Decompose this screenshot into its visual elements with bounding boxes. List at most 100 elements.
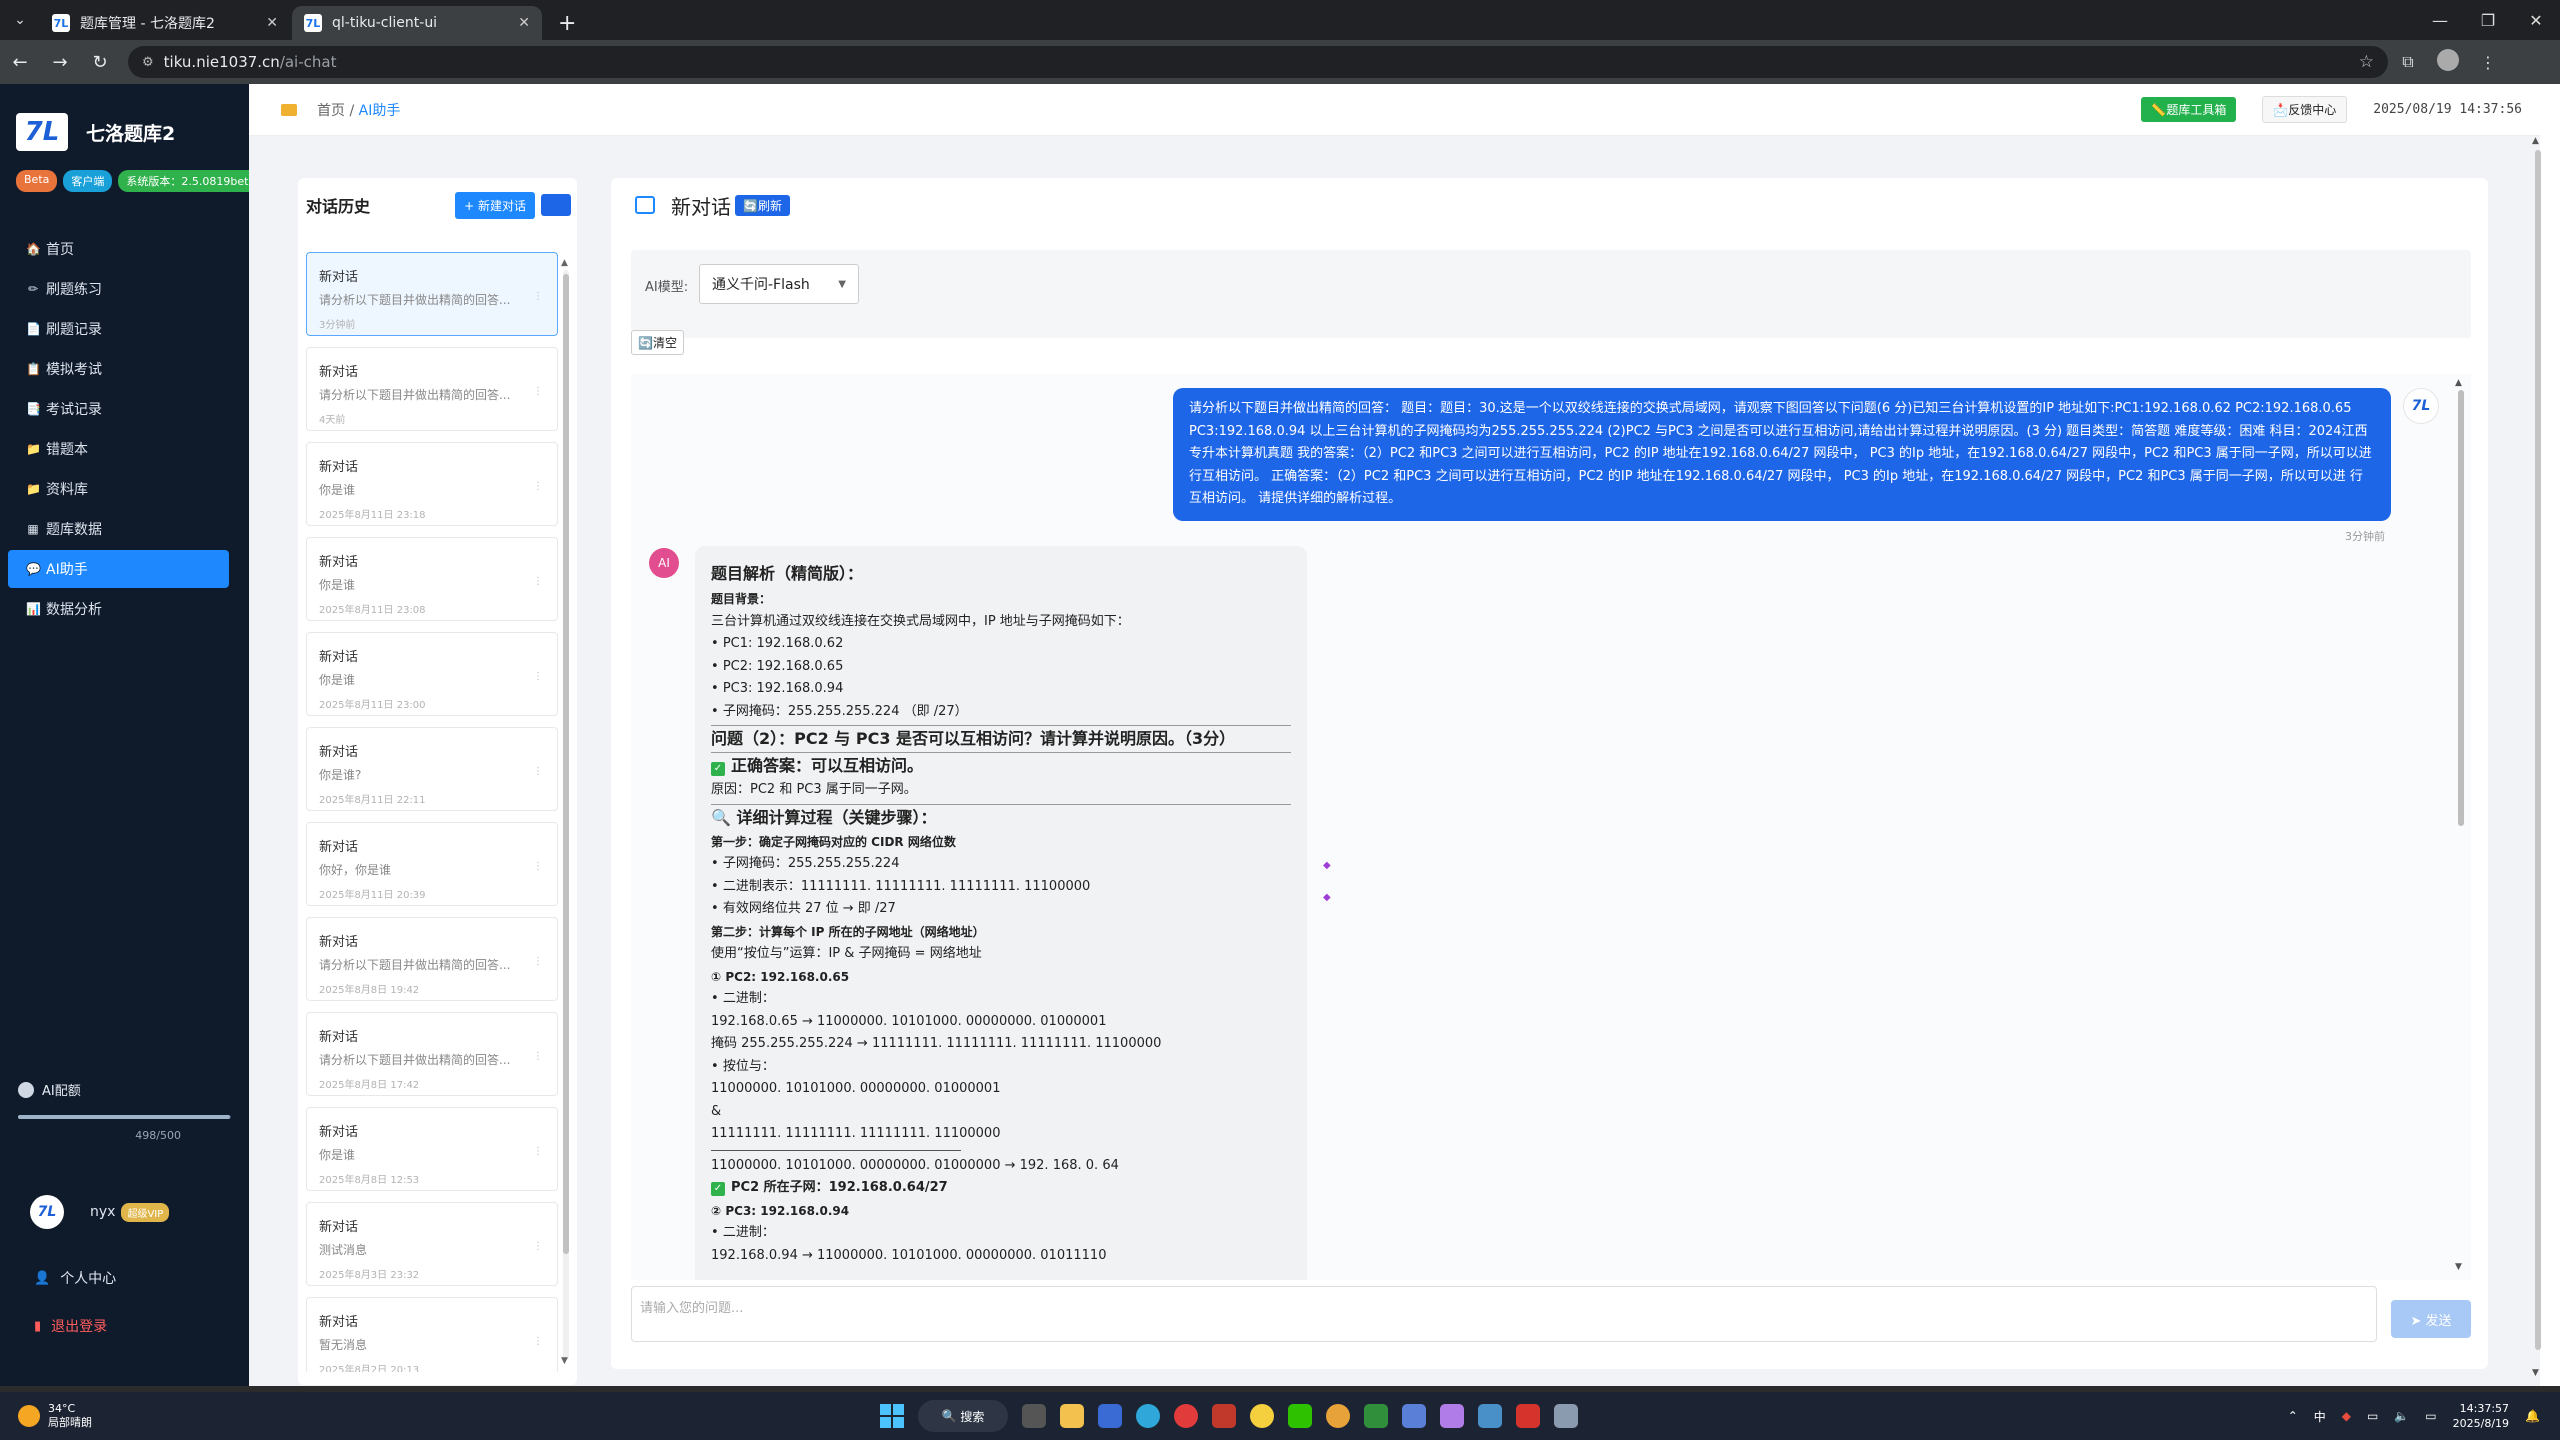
more-options-icon[interactable]: ⋮ (533, 1051, 543, 1062)
history-item[interactable]: 新对话 请分析以下题目并做出精简的回答... 2025年8月8日 19:42 ⋮ (306, 917, 558, 1001)
history-item[interactable]: 新对话 暂无消息 2025年8月2日 20:13 ⋮ (306, 1297, 558, 1372)
browser-tab-1[interactable]: 7L 题库管理 - 七洛题库2 ✕ (40, 6, 290, 40)
logout-link[interactable]: ▮ 退出登录 (34, 1316, 107, 1336)
sidebar-item-5[interactable]: 📁 错题本 (8, 430, 229, 468)
ime-indicator[interactable]: 中 (2314, 1408, 2326, 1425)
more-options-icon[interactable]: ⋮ (533, 1146, 543, 1157)
more-options-icon[interactable]: ⋮ (533, 861, 543, 872)
sidebar-item-9[interactable]: 📊 数据分析 (8, 590, 229, 628)
history-scrollbar[interactable]: ▲ ▼ (561, 258, 571, 1368)
new-tab-button[interactable]: + (544, 6, 590, 40)
reload-icon[interactable]: ↻ (80, 52, 120, 73)
app-logo[interactable]: 7L (16, 113, 68, 151)
app-icon[interactable] (1364, 1404, 1388, 1428)
more-options-icon[interactable]: ⋮ (533, 1336, 543, 1347)
scroll-up-icon[interactable]: ▲ (561, 258, 568, 268)
close-tab-icon[interactable]: ✕ (518, 15, 530, 31)
start-icon[interactable] (880, 1404, 904, 1428)
sidebar-item-0[interactable]: 🏠 首页 (8, 230, 229, 268)
scroll-up-icon[interactable]: ▲ (2532, 136, 2539, 146)
history-item[interactable]: 新对话 你是谁 2025年8月11日 23:00 ⋮ (306, 632, 558, 716)
more-options-icon[interactable]: ⋮ (533, 671, 543, 682)
history-item[interactable]: 新对话 请分析以下题目并做出精简的回答... 2025年8月8日 17:42 ⋮ (306, 1012, 558, 1096)
reaction-icon[interactable]: ◆ (1323, 892, 1331, 903)
taskbar-search[interactable]: 🔍 搜索 (918, 1400, 1008, 1432)
send-button[interactable]: ➤ 发送 (2391, 1300, 2471, 1338)
settings-icon[interactable] (1554, 1404, 1578, 1428)
sidebar-item-7[interactable]: ▦ 题库数据 (8, 510, 229, 548)
history-item[interactable]: 新对话 请分析以下题目并做出精简的回答... 3分钟前 ⋮ (306, 252, 558, 336)
new-chat-button[interactable]: + 新建对话 (455, 191, 535, 219)
site-info-icon[interactable]: ⚙ (142, 55, 154, 70)
edge-icon[interactable] (1136, 1404, 1160, 1428)
minimize-icon[interactable]: — (2416, 0, 2464, 40)
sidebar-item-6[interactable]: 📁 资料库 (8, 470, 229, 508)
model-select[interactable]: 通义千问-Flash ▼ (699, 264, 859, 304)
user-info[interactable]: 7L nyx 超级VIP (30, 1195, 170, 1229)
scroll-down-icon[interactable]: ▼ (2455, 1262, 2462, 1272)
file-explorer-icon[interactable] (1060, 1404, 1084, 1428)
store-icon[interactable] (1098, 1404, 1122, 1428)
app-icon[interactable] (1212, 1404, 1236, 1428)
scroll-thumb[interactable] (2535, 150, 2541, 1350)
history-item[interactable]: 新对话 你是谁 2025年8月8日 12:53 ⋮ (306, 1107, 558, 1191)
history-item[interactable]: 新对话 请分析以下题目并做出精简的回答... 4天前 ⋮ (306, 347, 558, 431)
sidebar-item-3[interactable]: 📋 模拟考试 (8, 350, 229, 388)
close-tab-icon[interactable]: ✕ (266, 15, 278, 31)
more-options-icon[interactable]: ⋮ (533, 481, 543, 492)
qq-icon[interactable] (1250, 1404, 1274, 1428)
history-item[interactable]: 新对话 你是谁 2025年8月11日 23:08 ⋮ (306, 537, 558, 621)
scroll-thumb[interactable] (563, 274, 569, 1254)
task-view-icon[interactable] (1022, 1404, 1046, 1428)
history-item[interactable]: 新对话 你是谁? 2025年8月11日 22:11 ⋮ (306, 727, 558, 811)
more-options-icon[interactable]: ⋮ (533, 576, 543, 587)
taskbar-clock[interactable]: 14:37:57 2025/8/19 (2453, 1401, 2509, 1431)
more-options-icon[interactable]: ⋮ (533, 291, 543, 302)
chrome-icon[interactable] (1326, 1404, 1350, 1428)
messages-scrollbar[interactable]: ▲ ▼ (2455, 378, 2467, 1276)
restore-icon[interactable]: ❐ (2464, 0, 2512, 40)
tab-search-icon[interactable]: ⌄ (0, 0, 40, 40)
history-item[interactable]: 新对话 测试消息 2025年8月3日 23:32 ⋮ (306, 1202, 558, 1286)
url-input[interactable]: ⚙ tiku.nie1037.cn/ai-chat ☆ (128, 46, 2388, 78)
close-window-icon[interactable]: ✕ (2512, 0, 2560, 40)
browser-tab-2[interactable]: 7L ql-tiku-client-ui ✕ (292, 6, 542, 40)
more-options-icon[interactable]: ⋮ (533, 1241, 543, 1252)
sidebar-item-4[interactable]: 📑 考试记录 (8, 390, 229, 428)
wechat-icon[interactable] (1288, 1404, 1312, 1428)
profile-link[interactable]: 👤 个人中心 (34, 1268, 116, 1288)
app-icon[interactable] (1440, 1404, 1464, 1428)
pdf-icon[interactable] (1516, 1404, 1540, 1428)
history-item[interactable]: 新对话 你是谁 2025年8月11日 23:18 ⋮ (306, 442, 558, 526)
feedback-button[interactable]: 📩反馈中心 (2262, 96, 2348, 123)
back-icon[interactable]: ← (0, 52, 40, 73)
more-options-icon[interactable]: ⋮ (533, 956, 543, 967)
more-options-icon[interactable]: ⋮ (533, 386, 543, 397)
network-icon[interactable]: ▭ (2367, 1409, 2378, 1423)
extensions-icon[interactable]: ⧉ (2388, 52, 2428, 72)
refresh-button[interactable]: 🔄刷新 (735, 194, 790, 216)
breadcrumb-home[interactable]: 首页 (317, 103, 345, 119)
app-icon[interactable] (1402, 1404, 1426, 1428)
sidebar-item-1[interactable]: ✏ 刷题练习 (8, 270, 229, 308)
scroll-up-icon[interactable]: ▲ (2455, 378, 2462, 388)
sidebar-item-2[interactable]: 📄 刷题记录 (8, 310, 229, 348)
battery-icon[interactable]: ▭ (2425, 1409, 2436, 1423)
notification-icon[interactable]: 🔔 (2525, 1409, 2540, 1423)
scroll-down-icon[interactable]: ▼ (561, 1356, 568, 1366)
clear-button[interactable]: 🔄清空 (631, 330, 684, 355)
more-options-icon[interactable]: ⋮ (533, 766, 543, 777)
bookmark-star-icon[interactable]: ☆ (2359, 52, 2374, 72)
tray-chevron-icon[interactable]: ⌃ (2288, 1409, 2298, 1423)
app-icon[interactable] (1478, 1404, 1502, 1428)
forward-icon[interactable]: → (40, 52, 80, 73)
music-app-icon[interactable] (1174, 1404, 1198, 1428)
reaction-icon[interactable]: ◆ (1323, 860, 1331, 871)
history-item[interactable]: 新对话 你好，你是谁 2025年8月11日 20:39 ⋮ (306, 822, 558, 906)
scroll-down-icon[interactable]: ▼ (2532, 1368, 2539, 1378)
page-scrollbar[interactable]: ▲ ▼ (2532, 136, 2544, 1386)
browser-menu-icon[interactable]: ⋮ (2468, 53, 2508, 72)
sidebar-item-8[interactable]: 💬 AI助手 (8, 550, 229, 588)
history-action-button[interactable] (541, 194, 571, 216)
chat-input[interactable]: 请输入您的问题... (631, 1286, 2377, 1342)
